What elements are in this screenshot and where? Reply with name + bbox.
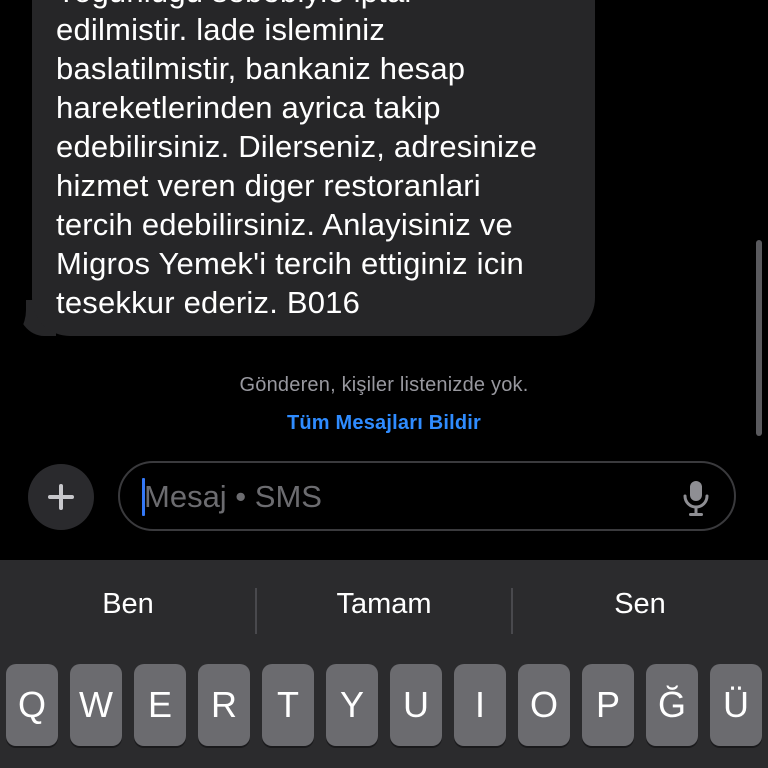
message-line: baslatilmistir, bankaniz hesap <box>56 51 466 86</box>
key-i[interactable]: I <box>454 664 506 746</box>
message-line: hareketlerinden ayrica takip <box>56 90 441 125</box>
message-line: hizmet veren diger restoranlari <box>56 168 481 203</box>
key-t[interactable]: T <box>262 664 314 746</box>
quicktype-suggestion-bar: Ben Tamam Sen <box>0 560 768 660</box>
suggestion-ben[interactable]: Ben <box>0 588 256 621</box>
scroll-indicator[interactable] <box>756 240 762 436</box>
message-line: tesekkur ederiz. B016 <box>56 285 361 320</box>
key-u[interactable]: U <box>390 664 442 746</box>
key-u-umlaut[interactable]: Ü <box>710 664 762 746</box>
message-field[interactable] <box>118 461 736 531</box>
suggestion-tamam[interactable]: Tamam <box>256 588 512 621</box>
report-all-messages-link[interactable]: Tüm Mesajları Bildir <box>0 412 768 435</box>
key-g-breve[interactable]: Ğ <box>646 664 698 746</box>
microphone-icon[interactable] <box>678 479 714 517</box>
key-w[interactable]: W <box>70 664 122 746</box>
key-r[interactable]: R <box>198 664 250 746</box>
message-lines: edilmistir. lade isleminiz baslatilmisti… <box>56 10 537 322</box>
message-line: Migros Yemek'i tercih ettiginiz icin <box>56 246 524 281</box>
suggestion-sen[interactable]: Sen <box>512 588 768 621</box>
message-line: edebilirsiniz. Dilerseniz, adresinize <box>56 129 538 164</box>
key-y[interactable]: Y <box>326 664 378 746</box>
message-line: tercih edebilirsiniz. Anlayisiniz ve <box>56 207 513 242</box>
key-o[interactable]: O <box>518 664 570 746</box>
message-line: edilmistir. lade isleminiz <box>56 12 386 47</box>
sender-unknown-notice: Gönderen, kişiler listenizde yok. <box>239 374 529 396</box>
key-p[interactable]: P <box>582 664 634 746</box>
messages-screen: Yogunlugu sebebiyle iptal edilmistir. la… <box>0 0 768 768</box>
key-e[interactable]: E <box>134 664 186 746</box>
add-attachment-button[interactable] <box>28 464 94 530</box>
message-input[interactable] <box>144 475 664 519</box>
key-q[interactable]: Q <box>6 664 58 746</box>
text-caret <box>142 478 145 516</box>
